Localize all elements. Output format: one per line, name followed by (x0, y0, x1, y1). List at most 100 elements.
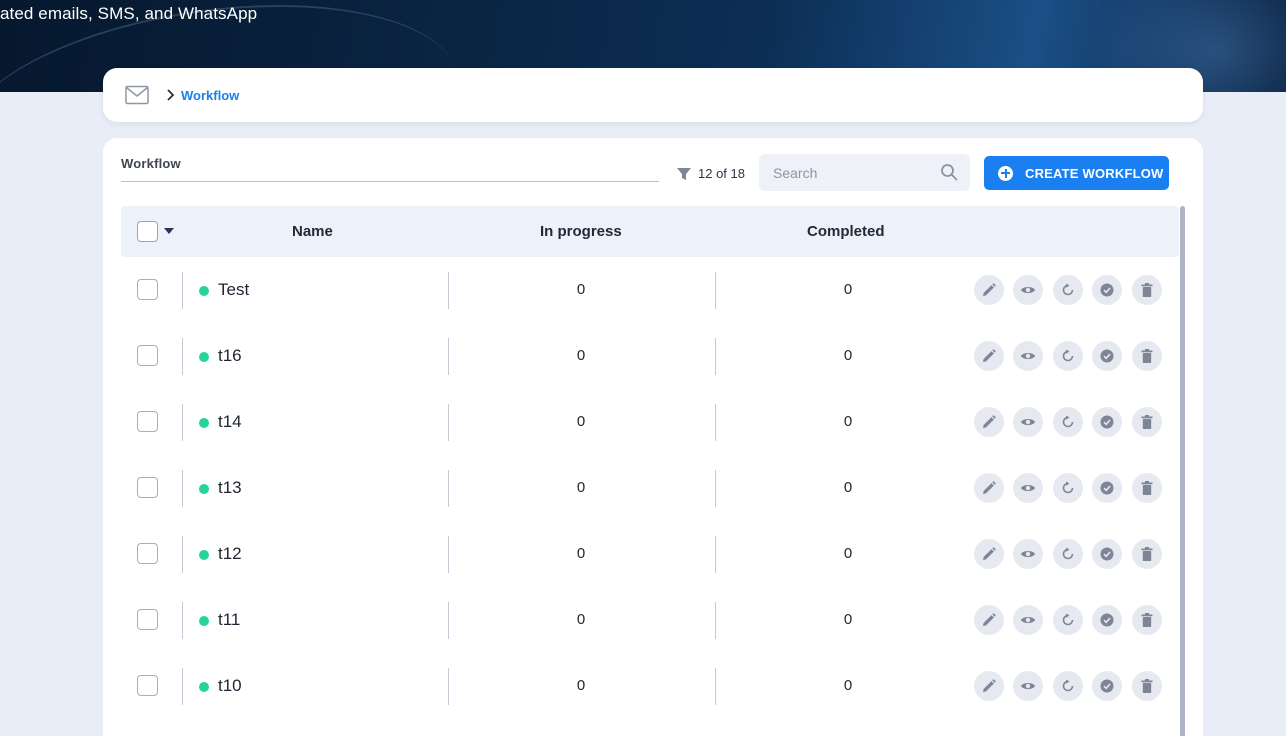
status-dot (199, 616, 209, 626)
in-progress-count: 0 (576, 677, 586, 694)
filter-icon[interactable] (676, 166, 692, 182)
search-box (759, 154, 970, 191)
in-progress-count: 0 (576, 347, 586, 364)
in-progress-count: 0 (576, 545, 586, 562)
check-circle-icon (1100, 547, 1114, 561)
table-row[interactable]: t12 0 0 (121, 521, 1179, 587)
view-button[interactable] (1013, 407, 1043, 437)
column-divider (182, 602, 183, 639)
reset-button[interactable] (1053, 539, 1083, 569)
hero-text: ated emails, SMS, and WhatsApp (0, 4, 258, 23)
reset-button[interactable] (1053, 407, 1083, 437)
complete-button[interactable] (1092, 341, 1122, 371)
edit-button[interactable] (974, 473, 1004, 503)
table-row[interactable]: t13 0 0 (121, 455, 1179, 521)
completed-count: 0 (843, 347, 853, 364)
completed-count: 0 (843, 545, 853, 562)
workflow-name[interactable]: t14 (218, 412, 242, 432)
view-button[interactable] (1013, 539, 1043, 569)
row-checkbox[interactable] (137, 411, 158, 432)
table-row[interactable]: t16 0 0 (121, 323, 1179, 389)
in-progress-count: 0 (576, 611, 586, 628)
delete-button[interactable] (1132, 407, 1162, 437)
complete-button[interactable] (1092, 473, 1122, 503)
delete-button[interactable] (1132, 341, 1162, 371)
reset-icon (1062, 283, 1074, 296)
column-header-completed[interactable]: Completed (807, 223, 885, 240)
reset-button[interactable] (1053, 671, 1083, 701)
edit-button[interactable] (974, 341, 1004, 371)
workflow-name[interactable]: t10 (218, 676, 242, 696)
view-button[interactable] (1013, 473, 1043, 503)
status-dot (199, 286, 209, 296)
status-dot (199, 484, 209, 494)
column-header-in-progress[interactable]: In progress (540, 223, 622, 240)
complete-button[interactable] (1092, 275, 1122, 305)
column-divider (715, 404, 716, 441)
column-header-name[interactable]: Name (292, 223, 333, 240)
row-checkbox[interactable] (137, 477, 158, 498)
delete-button[interactable] (1132, 473, 1162, 503)
scrollbar[interactable] (1180, 206, 1185, 736)
row-checkbox[interactable] (137, 609, 158, 630)
chevron-right-icon (167, 89, 175, 101)
caret-down-icon[interactable] (164, 228, 174, 234)
table-row[interactable]: Test 0 0 (121, 257, 1179, 323)
row-checkbox[interactable] (137, 279, 158, 300)
column-divider (182, 470, 183, 507)
view-button[interactable] (1013, 605, 1043, 635)
complete-button[interactable] (1092, 605, 1122, 635)
edit-button[interactable] (974, 275, 1004, 305)
select-all-checkbox[interactable] (137, 221, 158, 242)
table-row[interactable]: t14 0 0 (121, 389, 1179, 455)
complete-button[interactable] (1092, 407, 1122, 437)
search-icon[interactable] (940, 163, 958, 181)
reset-button[interactable] (1053, 605, 1083, 635)
delete-button[interactable] (1132, 275, 1162, 305)
reset-button[interactable] (1053, 341, 1083, 371)
delete-button[interactable] (1132, 605, 1162, 635)
column-divider (448, 470, 449, 507)
workflow-name[interactable]: t11 (218, 610, 240, 630)
completed-count: 0 (843, 413, 853, 430)
mail-icon[interactable] (125, 85, 149, 105)
column-divider (448, 602, 449, 639)
check-circle-icon (1100, 283, 1114, 297)
check-circle-icon (1100, 679, 1114, 693)
view-button[interactable] (1013, 671, 1043, 701)
workflow-name[interactable]: Test (218, 280, 249, 300)
column-divider (448, 536, 449, 573)
workflow-name[interactable]: t12 (218, 544, 242, 564)
breadcrumb-workflow-link[interactable]: Workflow (181, 88, 239, 103)
view-button[interactable] (1013, 275, 1043, 305)
status-dot (199, 550, 209, 560)
completed-count: 0 (843, 281, 853, 298)
create-workflow-button[interactable]: CREATE WORKFLOW (984, 156, 1169, 190)
column-divider (715, 536, 716, 573)
delete-button[interactable] (1132, 671, 1162, 701)
reset-icon (1062, 349, 1074, 362)
column-divider (715, 272, 716, 309)
edit-button[interactable] (974, 539, 1004, 569)
complete-button[interactable] (1092, 539, 1122, 569)
trash-icon (1141, 415, 1153, 429)
edit-button[interactable] (974, 671, 1004, 701)
edit-button[interactable] (974, 605, 1004, 635)
reset-button[interactable] (1053, 275, 1083, 305)
delete-button[interactable] (1132, 539, 1162, 569)
row-checkbox[interactable] (137, 675, 158, 696)
breadcrumb: Workflow (103, 68, 1203, 122)
workflow-name[interactable]: t16 (218, 346, 242, 366)
workflow-name[interactable]: t13 (218, 478, 242, 498)
view-button[interactable] (1013, 341, 1043, 371)
table-row[interactable]: t10 0 0 (121, 653, 1179, 719)
complete-button[interactable] (1092, 671, 1122, 701)
table-row[interactable]: t11 0 0 (121, 587, 1179, 653)
row-checkbox[interactable] (137, 345, 158, 366)
reset-button[interactable] (1053, 473, 1083, 503)
edit-button[interactable] (974, 407, 1004, 437)
eye-icon (1021, 419, 1035, 425)
row-checkbox[interactable] (137, 543, 158, 564)
search-input[interactable] (759, 154, 934, 191)
status-dot (199, 352, 209, 362)
